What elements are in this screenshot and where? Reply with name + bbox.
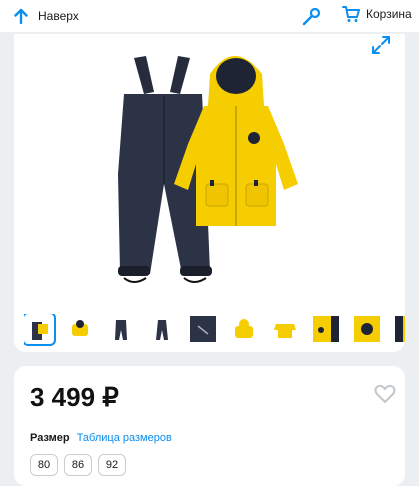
price: 3 499 ₽: [30, 382, 119, 412]
main-product-image[interactable]: [14, 34, 405, 304]
thumbnail-10[interactable]: [393, 314, 405, 344]
heart-icon[interactable]: [374, 384, 396, 404]
thumbnail-6[interactable]: [229, 314, 259, 344]
pin-icon[interactable]: [300, 6, 322, 26]
back-to-top-button[interactable]: Наверх: [14, 8, 79, 24]
back-to-top-label: Наверх: [38, 9, 79, 23]
thumbnail-2[interactable]: [65, 314, 95, 344]
top-bar: Наверх Корзина: [0, 0, 419, 32]
size-option[interactable]: 92: [98, 454, 126, 476]
expand-icon[interactable]: [370, 34, 392, 56]
product-gallery: [14, 34, 405, 352]
cart-button[interactable]: Корзина: [342, 5, 412, 23]
thumbnail-1[interactable]: [24, 314, 56, 346]
avito-watermark: Avito: [310, 440, 397, 468]
size-row: Размер Таблица размеров: [30, 432, 172, 444]
thumbnail-9[interactable]: [352, 314, 382, 344]
cart-label: Корзина: [366, 7, 412, 21]
thumbnail-strip: [24, 314, 405, 348]
product-info-card: 3 499 ₽ Размер Таблица размеров 80 86 92: [14, 366, 405, 486]
size-option[interactable]: 86: [64, 454, 92, 476]
size-table-link[interactable]: Таблица размеров: [77, 432, 172, 444]
size-option[interactable]: 80: [30, 454, 58, 476]
thumbnail-8[interactable]: [311, 314, 341, 344]
size-options: 80 86 92: [30, 454, 126, 476]
watermark-text: Avito: [340, 440, 397, 467]
thumbnail-3[interactable]: [106, 314, 136, 344]
thumbnail-5[interactable]: [188, 314, 218, 344]
cart-icon: [342, 6, 360, 22]
size-label: Размер: [30, 432, 70, 444]
thumbnail-4[interactable]: [147, 314, 177, 344]
thumbnail-7[interactable]: [270, 314, 300, 344]
avito-logo-icon: [313, 444, 335, 465]
arrow-up-icon: [14, 8, 28, 24]
